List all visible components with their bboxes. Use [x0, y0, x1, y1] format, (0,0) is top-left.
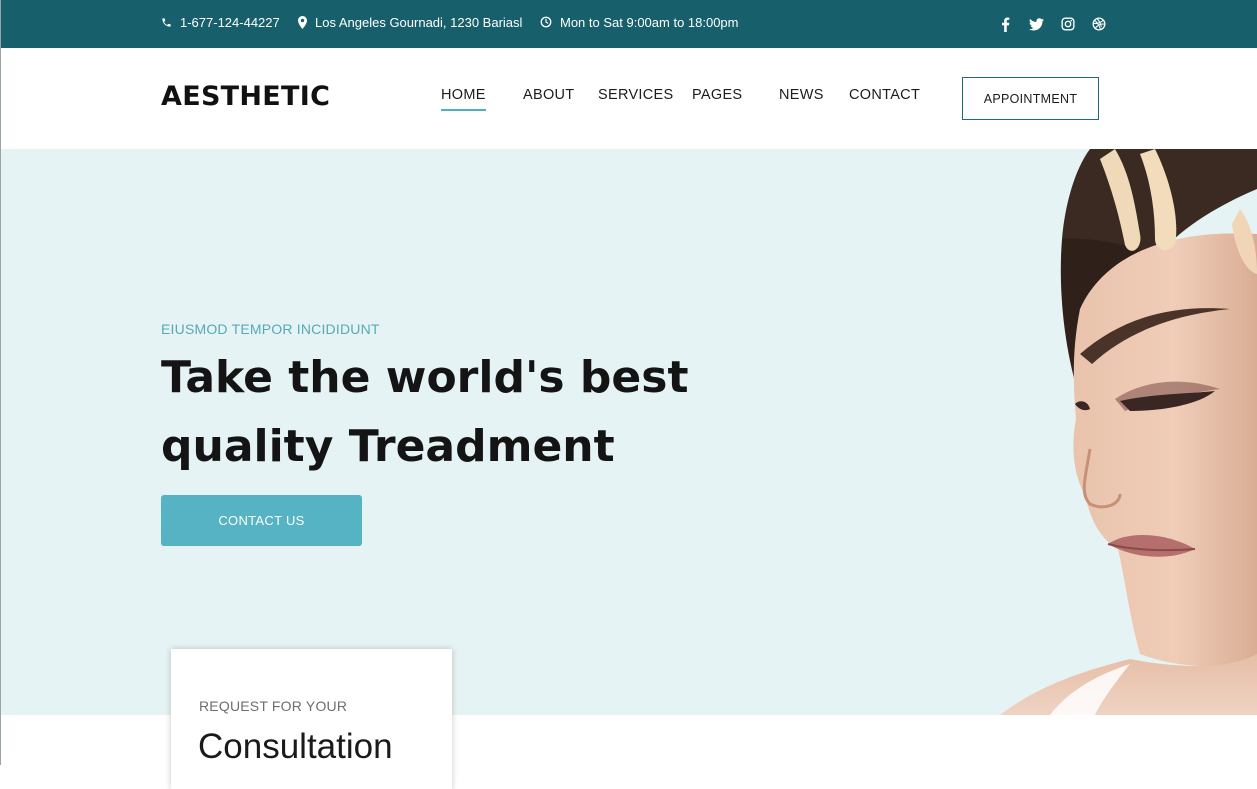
- window-edge: [0, 0, 1, 765]
- contact-us-button[interactable]: CONTACT US: [161, 495, 362, 546]
- topbar-address: Los Angeles Gournadi, 1230 Bariasl: [298, 13, 522, 31]
- topbar-hours-text: Mon to Sat 9:00am to 18:00pm: [560, 14, 739, 30]
- nav-services[interactable]: SERVICES: [598, 87, 673, 103]
- appointment-button[interactable]: APPOINTMENT: [962, 77, 1099, 120]
- hero-subtitle: EIUSMOD TEMPOR INCIDIDUNT: [161, 321, 380, 337]
- nav-pages[interactable]: PAGES: [692, 87, 742, 103]
- phone-icon: [162, 17, 171, 27]
- clock-icon: [540, 16, 552, 28]
- hero-title: Take the world's best quality Treadment: [161, 343, 721, 481]
- social-links: [990, 14, 1114, 34]
- twitter-icon[interactable]: [1021, 14, 1052, 34]
- top-bar: 1-677-124-44227 Los Angeles Gournadi, 12…: [0, 0, 1257, 48]
- hero-title-line-1: Take the world's best: [161, 352, 689, 403]
- topbar-address-text: Los Angeles Gournadi, 1230 Bariasl: [315, 14, 523, 30]
- site-logo[interactable]: AESTHETIC: [161, 81, 330, 112]
- consultation-card: REQUEST FOR YOUR Consultation: [171, 649, 452, 789]
- nav-home[interactable]: HOME: [441, 87, 486, 111]
- nav-contact[interactable]: CONTACT: [849, 87, 920, 103]
- topbar-phone[interactable]: 1-677-124-44227: [161, 13, 280, 31]
- topbar-phone-text: 1-677-124-44227: [180, 14, 280, 30]
- consultation-subtitle: REQUEST FOR YOUR: [199, 698, 348, 714]
- consultation-title: Consultation: [198, 727, 393, 766]
- dribbble-icon[interactable]: [1083, 14, 1114, 34]
- nav-news[interactable]: NEWS: [779, 87, 824, 103]
- hero-title-line-2: quality Treadment: [161, 421, 615, 472]
- instagram-icon[interactable]: [1052, 14, 1083, 34]
- hero-face-image: [1000, 149, 1257, 715]
- facebook-icon[interactable]: [990, 14, 1021, 34]
- map-pin-icon: [298, 15, 307, 29]
- hero-section: EIUSMOD TEMPOR INCIDIDUNT Take the world…: [0, 149, 1257, 715]
- topbar-hours: Mon to Sat 9:00am to 18:00pm: [540, 13, 739, 31]
- main-header: AESTHETIC HOME ABOUT SERVICES PAGES NEWS…: [0, 48, 1257, 149]
- nav-about[interactable]: ABOUT: [523, 87, 574, 103]
